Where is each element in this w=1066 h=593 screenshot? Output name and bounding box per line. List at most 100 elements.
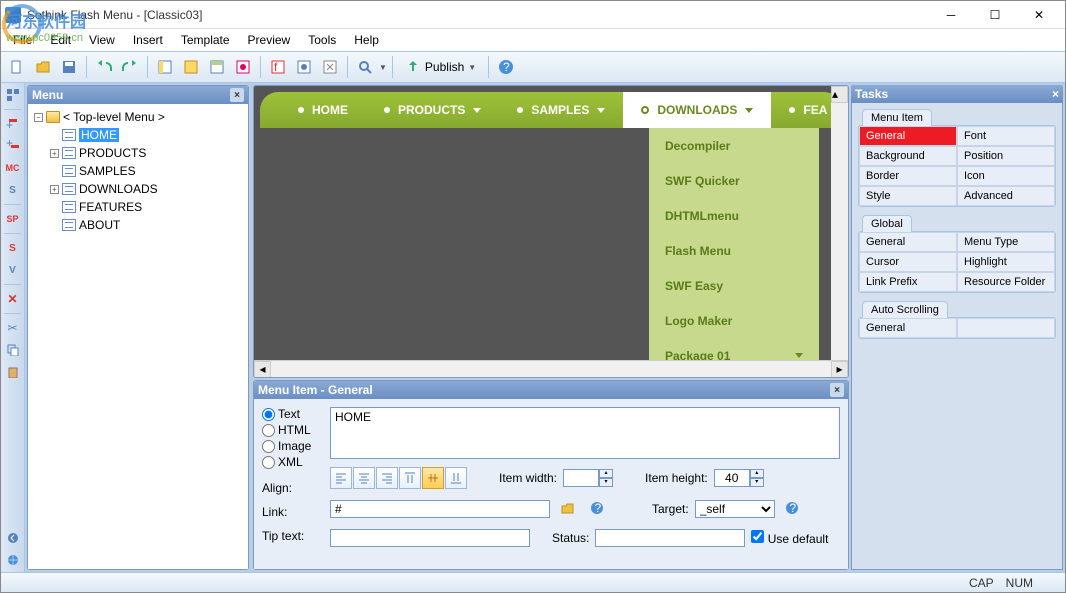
close-button[interactable]: ✕: [1017, 2, 1061, 28]
nav-home[interactable]: HOME: [280, 103, 366, 117]
tree-item-features[interactable]: FEATURES: [32, 198, 244, 216]
task-position[interactable]: Position: [957, 146, 1055, 166]
task-background[interactable]: Background: [859, 146, 957, 166]
ls-mc[interactable]: MC: [3, 158, 23, 178]
maximize-button[interactable]: ☐: [973, 2, 1017, 28]
tree-item-downloads[interactable]: + DOWNLOADS: [32, 180, 244, 198]
align-right[interactable]: [376, 467, 398, 489]
menu-help[interactable]: Help: [346, 31, 387, 49]
tree-item-products[interactable]: + PRODUCTS: [32, 144, 244, 162]
tb-save[interactable]: [57, 55, 81, 79]
ls-world[interactable]: [3, 550, 23, 570]
text-value-input[interactable]: HOME: [330, 407, 840, 459]
tb-flash3[interactable]: [318, 55, 342, 79]
type-xml[interactable]: XML: [262, 455, 318, 469]
tb-panel2[interactable]: [179, 55, 203, 79]
task-general[interactable]: General: [859, 126, 957, 146]
type-text[interactable]: Text: [262, 407, 318, 421]
task-style[interactable]: Style: [859, 186, 957, 206]
gtask-linkprefix[interactable]: Link Prefix: [859, 272, 957, 292]
item-height-input[interactable]: ▴▾: [714, 469, 764, 487]
ls-paste[interactable]: [3, 362, 23, 382]
link-browse[interactable]: [556, 497, 580, 521]
nav-samples[interactable]: SAMPLES: [499, 103, 623, 117]
tb-redo[interactable]: [118, 55, 142, 79]
align-top[interactable]: [399, 467, 421, 489]
tb-undo[interactable]: [92, 55, 116, 79]
ls-cut[interactable]: ✂: [3, 318, 23, 338]
tb-help[interactable]: ?: [494, 55, 518, 79]
menu-preview[interactable]: Preview: [240, 31, 299, 49]
menu-template[interactable]: Template: [173, 31, 238, 49]
link-input[interactable]: [330, 500, 550, 518]
tb-zoom[interactable]: [353, 55, 377, 79]
menu-insert[interactable]: Insert: [125, 31, 171, 49]
preview-hscroll[interactable]: ◂ ▸: [254, 360, 848, 377]
align-center[interactable]: [353, 467, 375, 489]
ls-sp[interactable]: SP: [3, 209, 23, 229]
align-middle[interactable]: [422, 467, 444, 489]
item-width-input[interactable]: ▴▾: [563, 469, 613, 487]
align-bottom[interactable]: [445, 467, 467, 489]
tb-new[interactable]: [5, 55, 29, 79]
tb-open[interactable]: [31, 55, 55, 79]
task-tab-global[interactable]: Global: [862, 215, 912, 232]
menu-edit[interactable]: Edit: [42, 31, 79, 49]
ls-s[interactable]: S: [3, 180, 23, 200]
nav-downloads[interactable]: DOWNLOADS: [623, 92, 771, 128]
tb-panel1[interactable]: [153, 55, 177, 79]
ls-v[interactable]: V: [3, 260, 23, 280]
gtask-highlight[interactable]: Highlight: [957, 252, 1055, 272]
sub-logomaker[interactable]: Logo Maker: [649, 303, 819, 338]
tree-item-samples[interactable]: SAMPLES: [32, 162, 244, 180]
nav-products[interactable]: PRODUCTS: [366, 103, 499, 117]
tip-input[interactable]: [330, 529, 530, 547]
minimize-button[interactable]: ─: [929, 2, 973, 28]
ls-copy[interactable]: [3, 340, 23, 360]
align-left[interactable]: [330, 467, 352, 489]
tb-publish[interactable]: Publish ▼: [398, 55, 483, 79]
ls-back[interactable]: [3, 528, 23, 548]
status-input[interactable]: [595, 529, 745, 547]
tb-panel4[interactable]: [231, 55, 255, 79]
ls-s2[interactable]: S: [3, 238, 23, 258]
scroll-left-icon[interactable]: ◂: [254, 361, 271, 378]
gtask-resfolder[interactable]: Resource Folder: [957, 272, 1055, 292]
target-help[interactable]: ?: [781, 497, 805, 521]
ls-delete[interactable]: ✕: [3, 289, 23, 309]
tree-item-about[interactable]: ABOUT: [32, 216, 244, 234]
menu-panel-close[interactable]: ×: [230, 88, 244, 102]
expand-icon[interactable]: +: [50, 185, 59, 194]
menu-view[interactable]: View: [81, 31, 123, 49]
target-select[interactable]: _self: [695, 500, 775, 518]
tb-flash2[interactable]: [292, 55, 316, 79]
sub-package01[interactable]: Package 01: [649, 338, 819, 360]
task-tab-auto[interactable]: Auto Scrolling: [862, 301, 948, 318]
ls-add-sub[interactable]: +: [3, 136, 23, 156]
gtask-menutype[interactable]: Menu Type: [957, 232, 1055, 252]
sub-dhtmlmenu[interactable]: DHTMLmenu: [649, 198, 819, 233]
sub-swfquicker[interactable]: SWF Quicker: [649, 163, 819, 198]
tree-item-home[interactable]: HOME: [32, 126, 244, 144]
task-font[interactable]: Font: [957, 126, 1055, 146]
task-tab-menuitem[interactable]: Menu Item: [862, 109, 932, 126]
sub-flashmenu[interactable]: Flash Menu: [649, 233, 819, 268]
props-close[interactable]: ×: [830, 383, 844, 397]
ls-tree[interactable]: [3, 85, 23, 105]
expand-icon[interactable]: +: [50, 149, 59, 158]
menu-tools[interactable]: Tools: [300, 31, 344, 49]
task-icon[interactable]: Icon: [957, 166, 1055, 186]
tree-root[interactable]: − < Top-level Menu >: [32, 108, 244, 126]
sub-decompiler[interactable]: Decompiler: [649, 128, 819, 163]
gtask-cursor[interactable]: Cursor: [859, 252, 957, 272]
use-default-checkbox[interactable]: Use default: [751, 530, 828, 546]
expand-icon[interactable]: −: [34, 113, 43, 122]
atask-general[interactable]: General: [859, 318, 957, 338]
type-html[interactable]: HTML: [262, 423, 318, 437]
sub-swfeasy[interactable]: SWF Easy: [649, 268, 819, 303]
task-advanced[interactable]: Advanced: [957, 186, 1055, 206]
task-border[interactable]: Border: [859, 166, 957, 186]
gtask-general[interactable]: General: [859, 232, 957, 252]
menu-tree[interactable]: − < Top-level Menu > HOME + PRODUCTS: [28, 104, 248, 569]
preview-vscroll[interactable]: ▴: [831, 86, 848, 360]
